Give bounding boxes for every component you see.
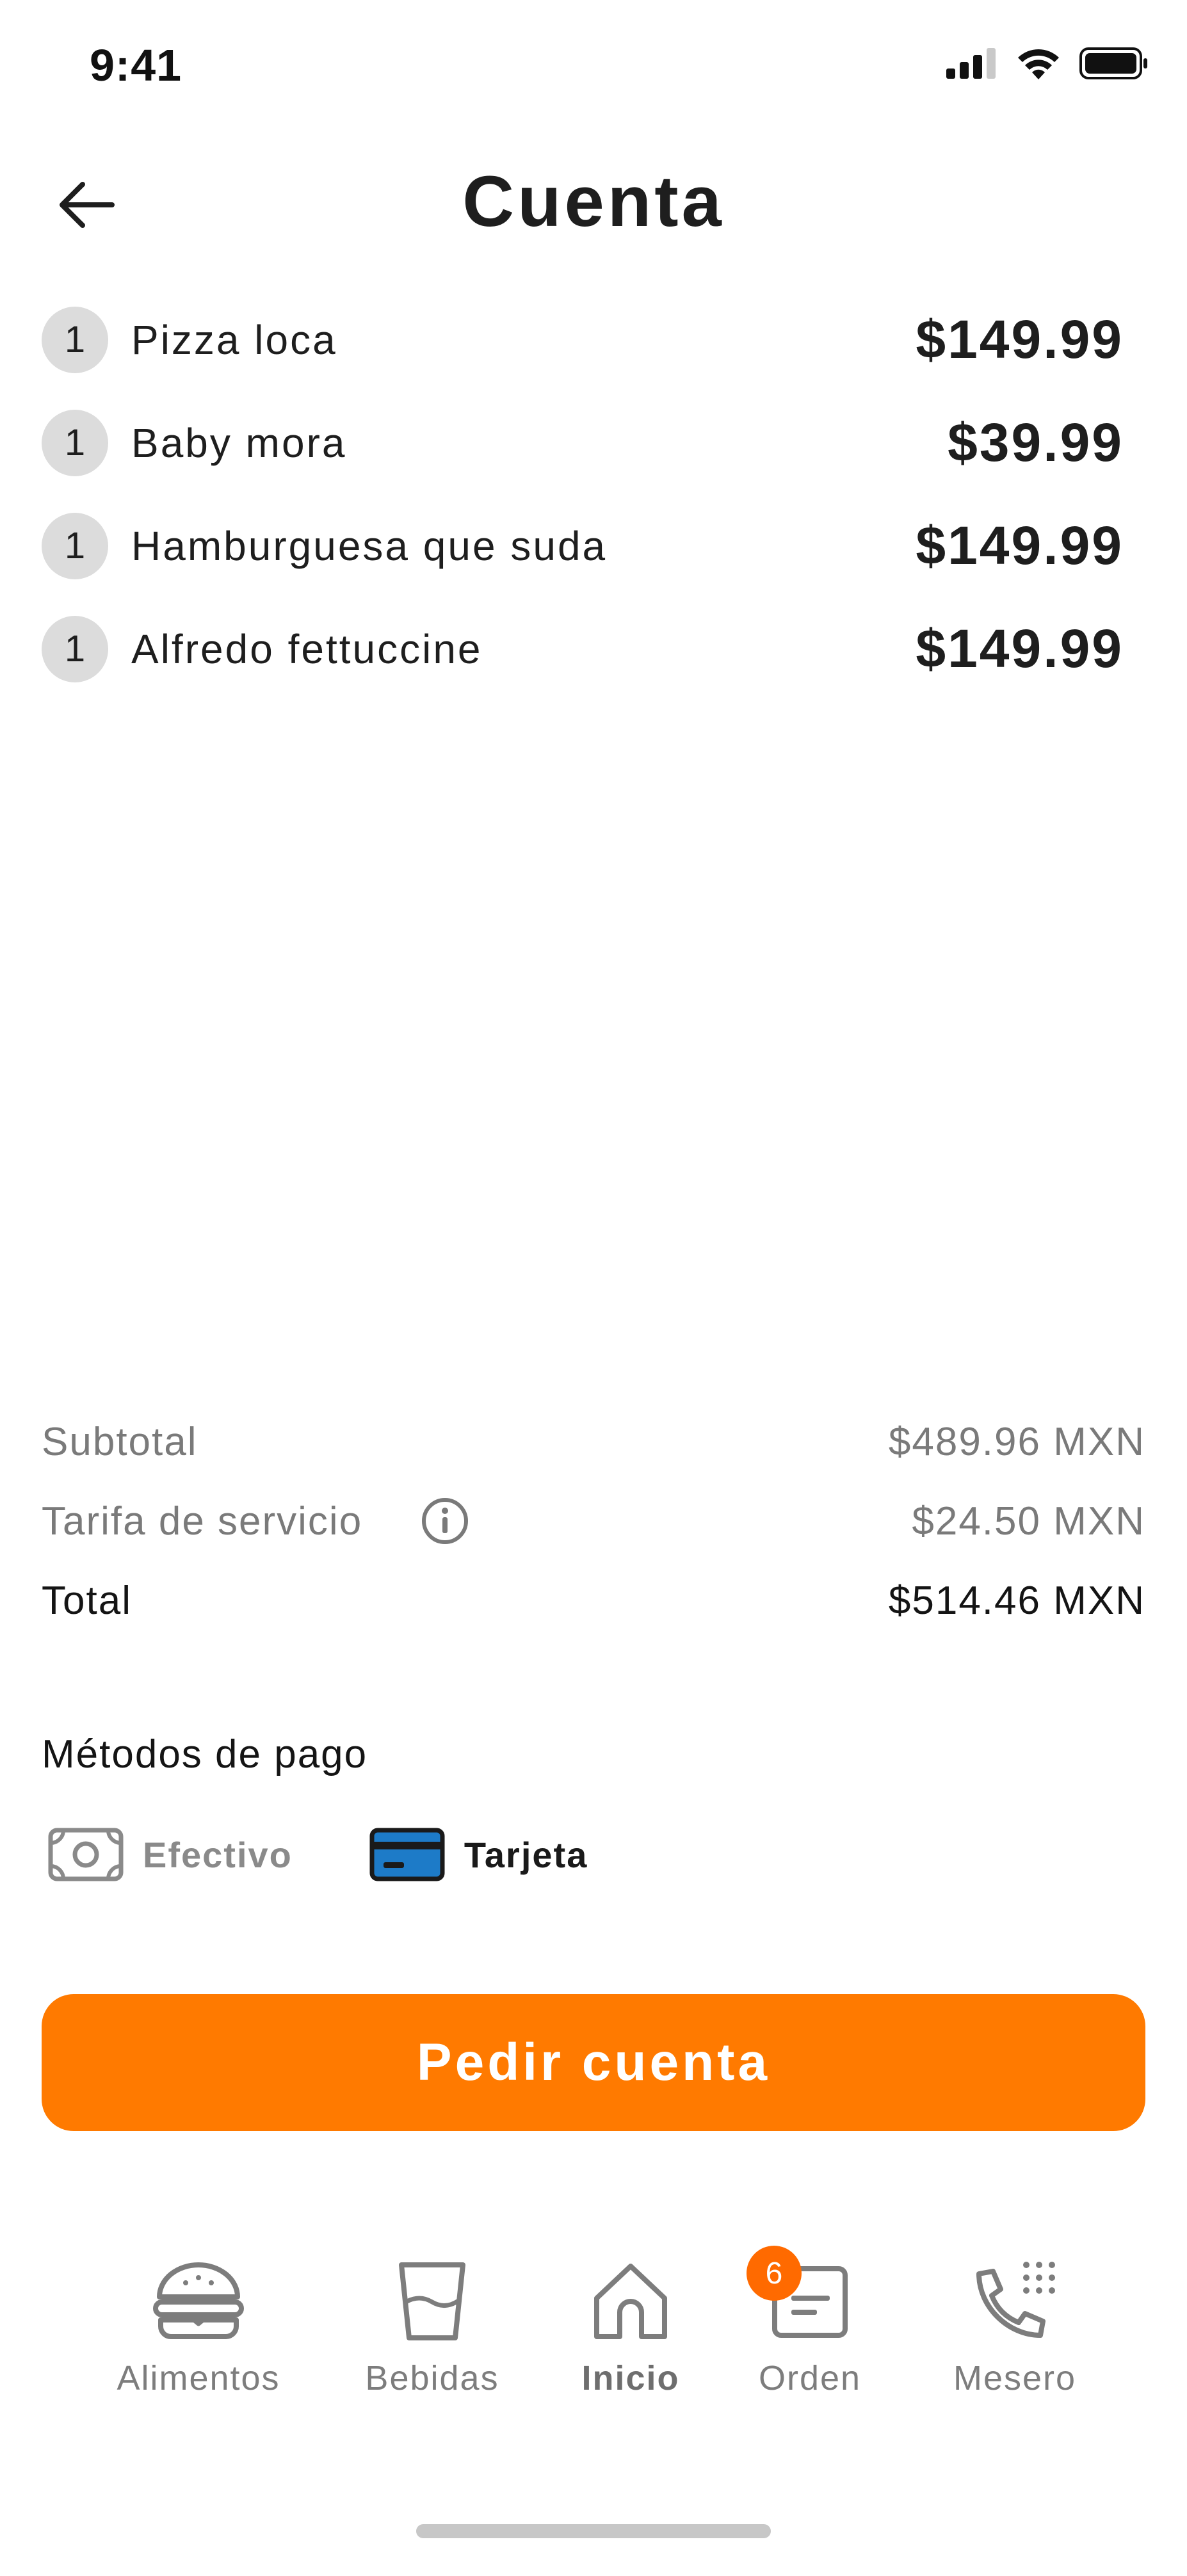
payment-options: Efectivo Tarjeta (48, 1828, 588, 1881)
quantity-badge: 1 (42, 615, 108, 682)
wifi-icon (1018, 49, 1059, 79)
burger-icon (153, 2262, 244, 2339)
nav-label: Mesero (953, 2359, 1077, 2397)
credit-card-icon (369, 1828, 445, 1881)
status-bar: 9:41 (0, 0, 1187, 134)
payment-option-label: Tarjeta (464, 1834, 588, 1875)
total-value: $514.46 MXN (888, 1578, 1145, 1623)
list-item: 1 Pizza loca $149.99 (42, 288, 1124, 391)
service-fee-value: $24.50 MXN (912, 1499, 1145, 1543)
subtotal-row: Subtotal $489.96 MXN (42, 1402, 1145, 1481)
quantity-badge: 1 (42, 409, 108, 476)
glass-icon (399, 2262, 465, 2340)
battery-icon (1079, 47, 1147, 79)
nav-item-inicio[interactable]: Inicio (567, 2253, 695, 2398)
quantity-badge: 1 (42, 306, 108, 373)
item-price: $149.99 (916, 515, 1124, 576)
total-row: Total $514.46 MXN (42, 1561, 1145, 1640)
nav-item-bebidas[interactable]: Bebidas (355, 2253, 509, 2398)
item-name: Hamburguesa que suda (131, 522, 608, 569)
service-fee-row: Tarifa de servicio $24.50 MXN (42, 1481, 1145, 1561)
status-time: 9:41 (90, 40, 182, 90)
request-bill-button[interactable]: Pedir cuenta (42, 1994, 1145, 2131)
subtotal-value: $489.96 MXN (888, 1419, 1145, 1464)
nav-item-orden[interactable]: 6 Orden (746, 2246, 874, 2398)
item-price: $149.99 (916, 309, 1124, 369)
status-icons (946, 47, 1149, 79)
item-name: Baby mora (131, 419, 347, 466)
payment-option-cash[interactable]: Efectivo (48, 1828, 293, 1881)
item-name: Alfredo fettuccine (131, 625, 483, 672)
item-price: $149.99 (916, 618, 1124, 679)
phone-icon (976, 2262, 1055, 2338)
home-icon (594, 2264, 667, 2339)
nav-item-mesero[interactable]: Mesero (932, 2253, 1098, 2398)
quantity-badge: 1 (42, 512, 108, 579)
signal-icon (946, 48, 996, 79)
bottom-navigation: Alimentos Bebidas Inicio 6 Orden Mesero (0, 2246, 1187, 2420)
home-indicator (416, 2524, 771, 2538)
nav-label: Orden (758, 2359, 862, 2397)
payment-methods-title: Métodos de pago (42, 1732, 368, 1776)
list-item: 1 Hamburguesa que suda $149.99 (42, 494, 1124, 597)
page-title: Cuenta (462, 161, 725, 241)
header: Cuenta (0, 147, 1187, 262)
nav-item-alimentos[interactable]: Alimentos (109, 2253, 288, 2398)
order-items-list: 1 Pizza loca $149.99 1 Baby mora $39.99 … (42, 288, 1124, 700)
nav-label: Alimentos (117, 2359, 280, 2397)
list-item: 1 Baby mora $39.99 (42, 391, 1124, 494)
subtotal-label: Subtotal (42, 1419, 198, 1464)
nav-label: Bebidas (365, 2359, 499, 2397)
item-price: $39.99 (948, 412, 1124, 472)
list-item: 1 Alfredo fettuccine $149.99 (42, 597, 1124, 700)
info-icon[interactable] (420, 1496, 470, 1546)
item-name: Pizza loca (131, 316, 337, 363)
cash-icon (48, 1828, 124, 1881)
service-fee-label: Tarifa de servicio (42, 1499, 363, 1543)
payment-option-card[interactable]: Tarjeta (369, 1828, 588, 1881)
order-summary: Subtotal $489.96 MXN Tarifa de servicio … (42, 1402, 1145, 1640)
nav-label: Inicio (581, 2359, 680, 2397)
payment-option-label: Efectivo (143, 1834, 293, 1875)
total-label: Total (42, 1578, 132, 1623)
order-count-badge: 6 (747, 2246, 802, 2301)
